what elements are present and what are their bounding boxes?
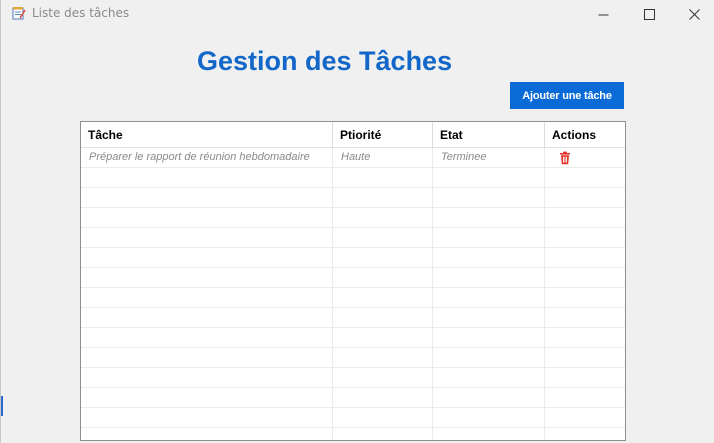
- empty-cell[interactable]: [333, 248, 433, 268]
- empty-cell[interactable]: [333, 228, 433, 248]
- window-title: Liste des tâches: [32, 6, 130, 20]
- empty-cell[interactable]: [433, 348, 545, 368]
- empty-cell[interactable]: [333, 368, 433, 388]
- empty-cell[interactable]: [433, 428, 545, 440]
- empty-table-row[interactable]: [81, 268, 625, 288]
- empty-table-row[interactable]: [81, 228, 625, 248]
- close-icon: [688, 8, 700, 20]
- empty-cell[interactable]: [333, 408, 433, 428]
- empty-cell[interactable]: [433, 288, 545, 308]
- empty-table-row[interactable]: [81, 188, 625, 208]
- empty-table-row[interactable]: [81, 368, 625, 388]
- empty-cell[interactable]: [433, 168, 545, 188]
- empty-cell[interactable]: [81, 328, 333, 348]
- title-bar[interactable]: Liste des tâches: [1, 0, 714, 28]
- empty-cell[interactable]: [545, 208, 625, 228]
- maximize-button[interactable]: [626, 0, 672, 28]
- empty-cell[interactable]: [545, 268, 625, 288]
- empty-cell[interactable]: [81, 168, 333, 188]
- empty-cell[interactable]: [433, 228, 545, 248]
- empty-cell[interactable]: [333, 428, 433, 440]
- empty-cell[interactable]: [333, 208, 433, 228]
- empty-table-row[interactable]: [81, 168, 625, 188]
- empty-cell[interactable]: [81, 408, 333, 428]
- edge-accent: [1, 396, 3, 416]
- empty-cell[interactable]: [333, 308, 433, 328]
- empty-cell[interactable]: [433, 248, 545, 268]
- empty-cell[interactable]: [333, 168, 433, 188]
- empty-cell[interactable]: [433, 328, 545, 348]
- empty-table-row[interactable]: [81, 248, 625, 268]
- empty-cell[interactable]: [545, 168, 625, 188]
- empty-cell[interactable]: [545, 308, 625, 328]
- empty-cell[interactable]: [545, 408, 625, 428]
- empty-table-row[interactable]: [81, 288, 625, 308]
- empty-cell[interactable]: [433, 308, 545, 328]
- empty-cell[interactable]: [545, 228, 625, 248]
- empty-table-row[interactable]: [81, 328, 625, 348]
- empty-cell[interactable]: [81, 368, 333, 388]
- column-header-task[interactable]: Tâche: [81, 122, 333, 148]
- empty-table-row[interactable]: [81, 208, 625, 228]
- empty-cell[interactable]: [81, 428, 333, 440]
- table-header: Tâche Ptiorité Etat Actions: [81, 122, 625, 148]
- empty-cell[interactable]: [333, 268, 433, 288]
- minimize-button[interactable]: [580, 0, 626, 28]
- empty-cell[interactable]: [545, 288, 625, 308]
- page-title: Gestion des Tâches: [197, 46, 453, 76]
- close-button[interactable]: [671, 0, 714, 28]
- empty-cell[interactable]: [333, 388, 433, 408]
- empty-table-row[interactable]: [81, 408, 625, 428]
- empty-cell[interactable]: [81, 268, 333, 288]
- empty-cell[interactable]: [81, 388, 333, 408]
- empty-table-row[interactable]: [81, 308, 625, 328]
- empty-table-row[interactable]: [81, 348, 625, 368]
- empty-cell[interactable]: [81, 348, 333, 368]
- empty-cell[interactable]: [333, 328, 433, 348]
- maximize-icon: [643, 8, 655, 20]
- empty-cell[interactable]: [545, 388, 625, 408]
- empty-cell[interactable]: [433, 268, 545, 288]
- empty-cell[interactable]: [545, 348, 625, 368]
- priority-cell[interactable]: Haute: [333, 148, 433, 168]
- status-cell[interactable]: Terminee: [433, 148, 545, 168]
- empty-cell[interactable]: [81, 248, 333, 268]
- empty-cell[interactable]: [333, 188, 433, 208]
- add-task-button[interactable]: Ajouter une tâche: [510, 82, 624, 109]
- empty-cell[interactable]: [81, 308, 333, 328]
- empty-cell[interactable]: [433, 188, 545, 208]
- empty-cell[interactable]: [81, 288, 333, 308]
- empty-cell[interactable]: [81, 208, 333, 228]
- empty-cell[interactable]: [333, 348, 433, 368]
- empty-cell[interactable]: [81, 188, 333, 208]
- empty-cell[interactable]: [433, 208, 545, 228]
- actions-cell: [545, 148, 625, 168]
- table-row[interactable]: Préparer le rapport de réunion hebdomada…: [81, 148, 625, 168]
- empty-cell[interactable]: [433, 368, 545, 388]
- empty-cell[interactable]: [81, 228, 333, 248]
- empty-cell[interactable]: [545, 368, 625, 388]
- notepad-checklist-icon: [12, 7, 26, 20]
- empty-table-row[interactable]: [81, 428, 625, 440]
- app-window: Liste des tâches Gestion des Tâches Ajou…: [0, 0, 714, 443]
- empty-cell[interactable]: [433, 388, 545, 408]
- column-header-priority[interactable]: Ptiorité: [333, 122, 433, 148]
- empty-cell[interactable]: [433, 408, 545, 428]
- trash-icon[interactable]: [558, 151, 572, 165]
- task-table[interactable]: Tâche Ptiorité Etat Actions Préparer le …: [80, 121, 626, 441]
- empty-cell[interactable]: [545, 328, 625, 348]
- column-header-actions[interactable]: Actions: [545, 122, 625, 148]
- empty-cell[interactable]: [545, 428, 625, 440]
- empty-cell[interactable]: [545, 188, 625, 208]
- empty-table-row[interactable]: [81, 388, 625, 408]
- empty-cell[interactable]: [333, 288, 433, 308]
- column-header-status[interactable]: Etat: [433, 122, 545, 148]
- empty-cell[interactable]: [545, 248, 625, 268]
- minimize-icon: [598, 14, 608, 15]
- task-cell[interactable]: Préparer le rapport de réunion hebdomada…: [81, 148, 333, 168]
